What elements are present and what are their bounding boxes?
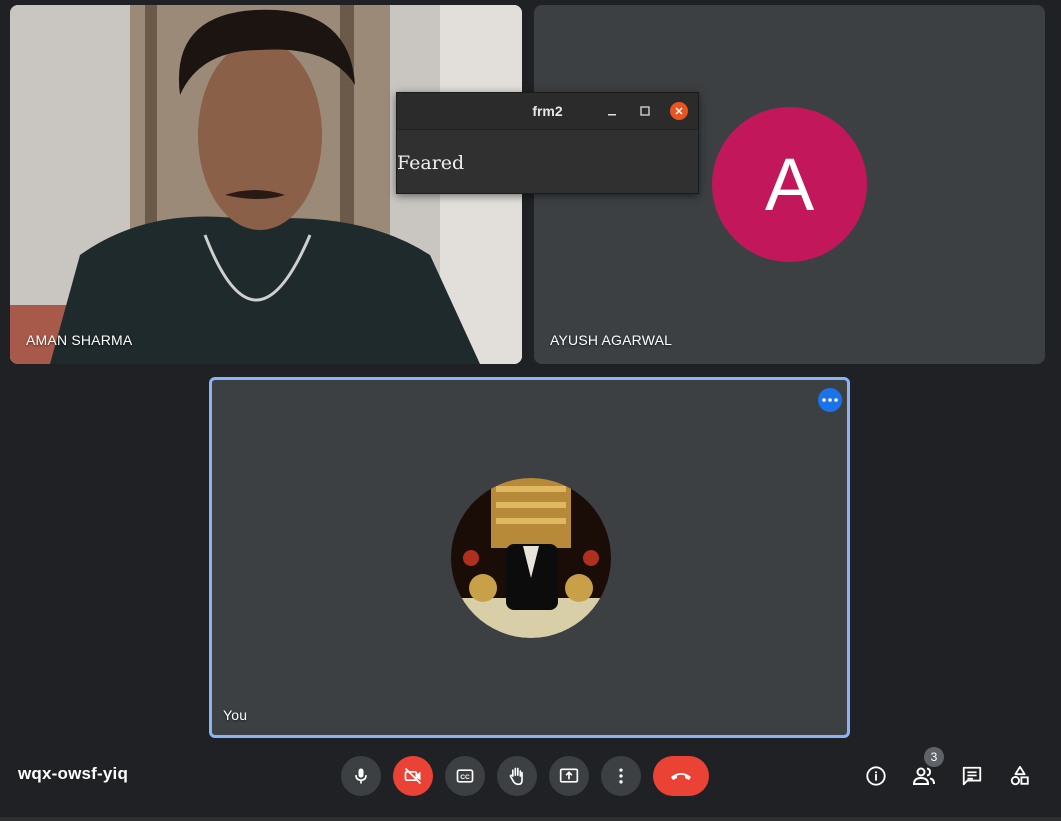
present-screen-button[interactable] bbox=[549, 756, 589, 796]
maximize-button[interactable] bbox=[636, 102, 654, 120]
minimize-button[interactable] bbox=[603, 102, 621, 120]
captions-icon: CC bbox=[456, 769, 474, 783]
close-icon bbox=[675, 107, 683, 115]
maximize-icon bbox=[640, 106, 650, 116]
tile-more-options-button[interactable] bbox=[818, 388, 842, 412]
participant-name: AMAN SHARMA bbox=[26, 332, 133, 348]
chat-button[interactable] bbox=[956, 760, 988, 792]
activities-button[interactable] bbox=[1004, 760, 1036, 792]
meeting-code: wqx-owsf-yiq bbox=[18, 764, 129, 783]
camera-off-icon bbox=[404, 767, 422, 785]
window-text: Feared bbox=[397, 152, 465, 174]
close-button[interactable] bbox=[670, 102, 688, 120]
present-screen-icon bbox=[559, 768, 579, 783]
leave-call-button[interactable] bbox=[653, 756, 709, 796]
more-horiz-icon bbox=[822, 398, 838, 402]
chat-icon bbox=[962, 766, 982, 786]
people-count-badge: 3 bbox=[924, 747, 944, 767]
activities-icon bbox=[1010, 765, 1029, 786]
info-icon bbox=[866, 766, 886, 786]
more-options-icon bbox=[619, 768, 623, 784]
svg-text:CC: CC bbox=[460, 774, 470, 781]
participant-tile-self[interactable]: You bbox=[209, 377, 850, 738]
people-icon bbox=[912, 767, 935, 785]
captions-button[interactable]: CC bbox=[445, 756, 485, 796]
bottom-edge bbox=[0, 817, 1061, 821]
more-options-button[interactable] bbox=[601, 756, 641, 796]
minimize-icon bbox=[608, 114, 616, 116]
profile-picture bbox=[451, 478, 611, 638]
mic-icon bbox=[355, 768, 367, 784]
floating-window[interactable]: frm2 Feared bbox=[396, 92, 699, 194]
camera-toggle-button[interactable] bbox=[393, 756, 433, 796]
participant-name: AYUSH AGARWAL bbox=[550, 332, 673, 348]
avatar bbox=[451, 478, 611, 638]
window-titlebar[interactable]: frm2 bbox=[397, 93, 698, 130]
avatar: A bbox=[712, 107, 867, 262]
microphone-button[interactable] bbox=[341, 756, 381, 796]
participant-name: You bbox=[223, 707, 248, 723]
meeting-details-button[interactable] bbox=[860, 760, 892, 792]
raise-hand-button[interactable] bbox=[497, 756, 537, 796]
raise-hand-icon bbox=[509, 767, 523, 786]
hang-up-icon bbox=[671, 773, 691, 780]
